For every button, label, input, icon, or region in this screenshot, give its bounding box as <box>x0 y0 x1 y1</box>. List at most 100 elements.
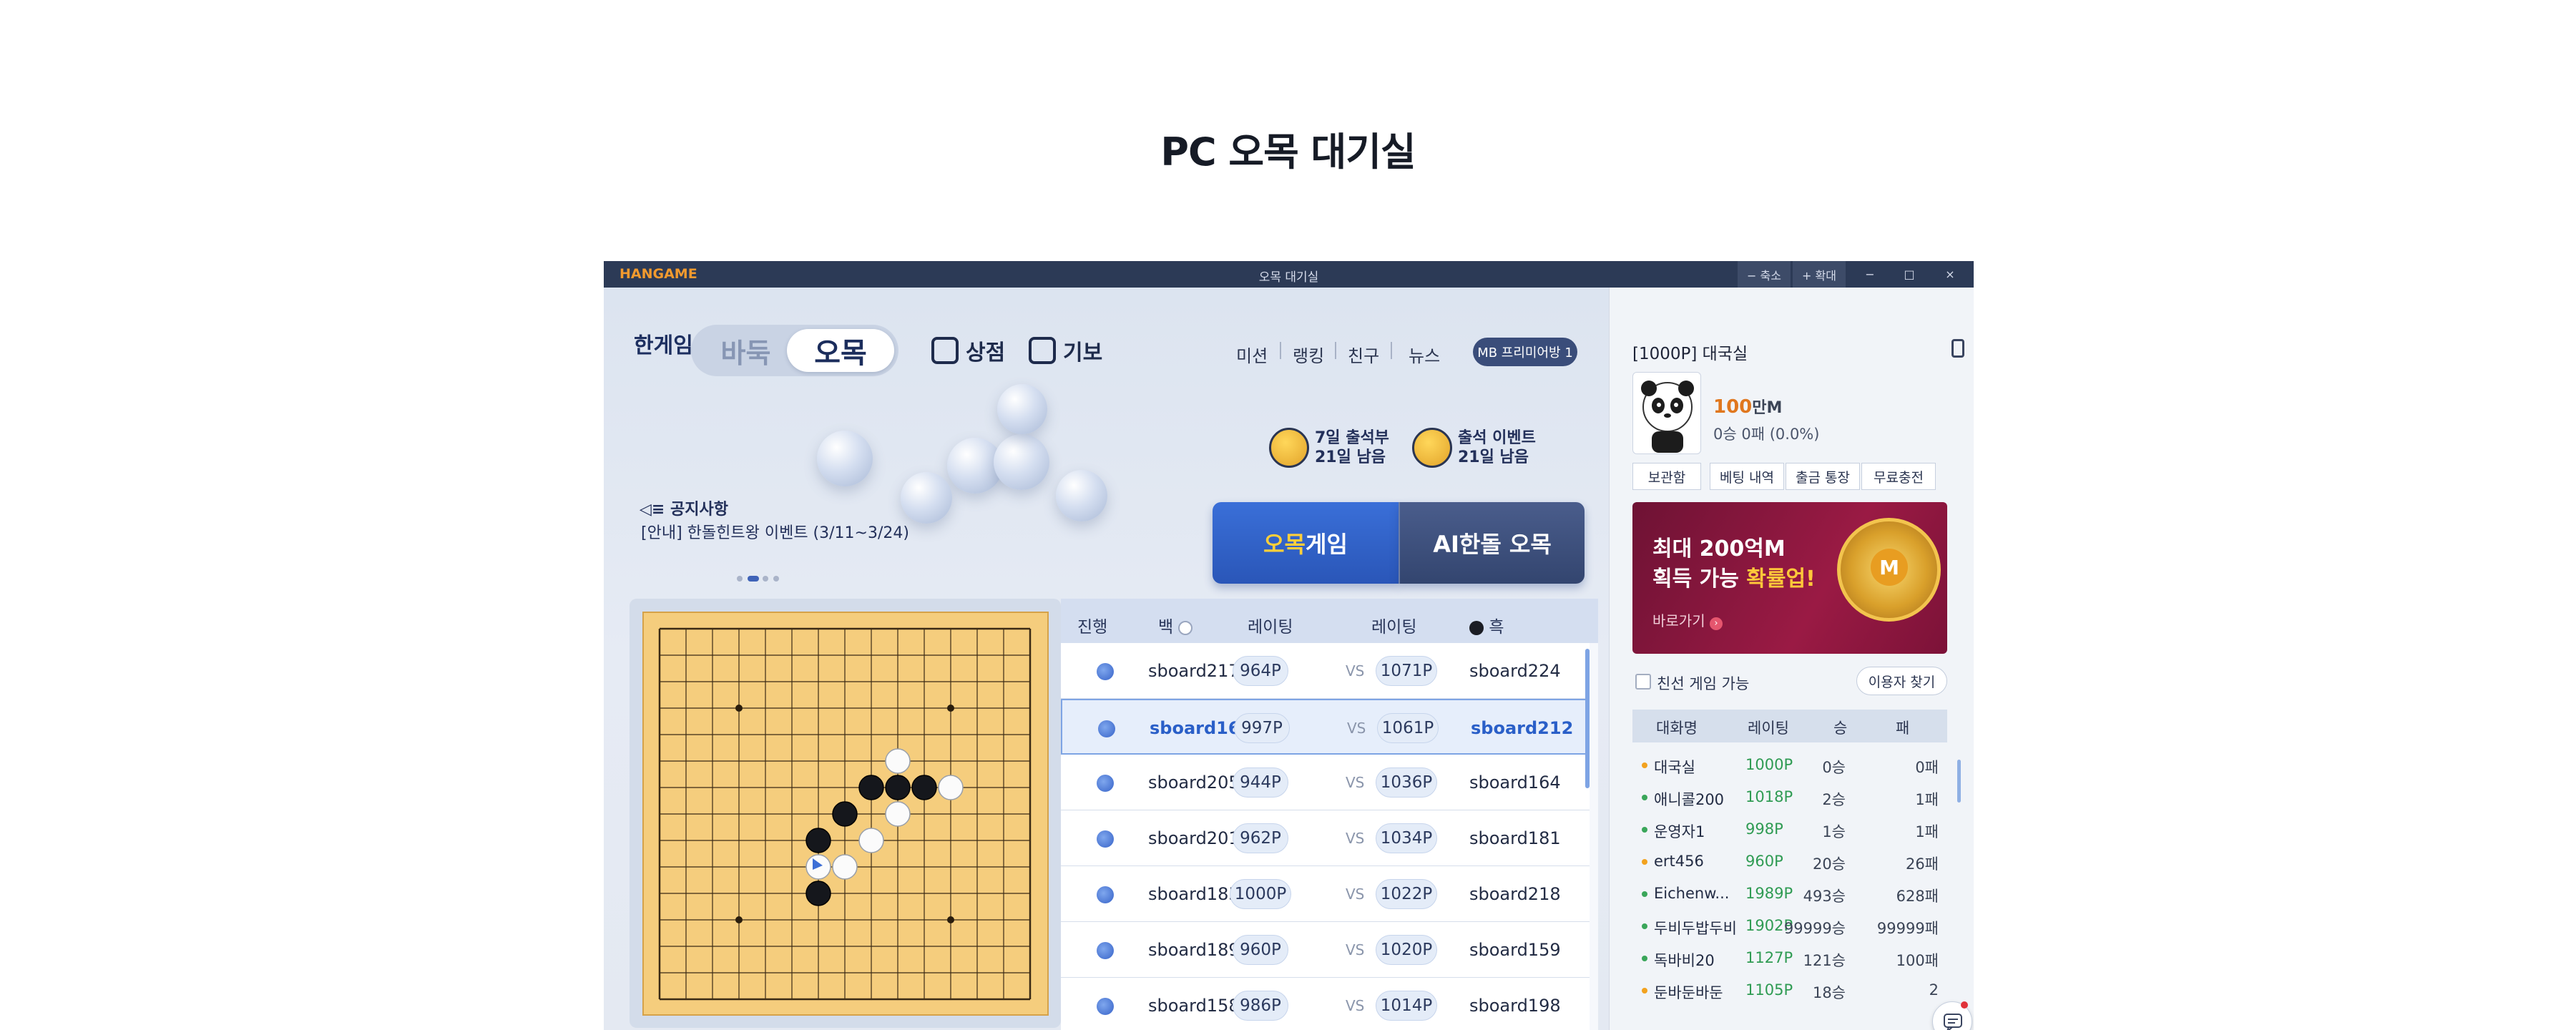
decor-bubble <box>994 434 1049 490</box>
omok-game-label: 게임 <box>1306 531 1348 558</box>
win-loss-record: 0승 0패 (0.0%) <box>1713 426 1820 443</box>
user-rating: 1127P <box>1745 949 1793 966</box>
free-charge-button[interactable]: 무료충전 <box>1861 463 1936 490</box>
shrink-button[interactable]: − 축소 <box>1738 261 1791 288</box>
menu-friends[interactable]: 친구 <box>1348 342 1379 367</box>
settings-icon[interactable] <box>1951 339 1964 358</box>
black-stone <box>805 881 831 906</box>
omok-board[interactable] <box>642 612 1049 1016</box>
user-row[interactable]: 애니콜200 1018P 2승 1패 <box>1610 788 1953 820</box>
mascot-icon <box>1269 428 1309 468</box>
white-player: sboard217 <box>1148 661 1240 681</box>
status-dot <box>1642 795 1647 800</box>
app-window: HANGAME 오목 대기실 − 축소 + 확대 − □ × 한게임 바둑 오목… <box>604 261 1974 1030</box>
game-row[interactable]: sboard201 962P VS 1034P sboard181 <box>1061 810 1590 866</box>
ai-omok-button[interactable]: AI한돌 오목 <box>1399 502 1585 584</box>
vs-label: VS <box>1346 941 1365 958</box>
vs-label: VS <box>1346 662 1365 680</box>
user-row[interactable]: Eichenw... 1989P 493승 628패 <box>1610 885 1953 917</box>
black-stone <box>858 775 884 800</box>
attendance-event[interactable]: 7일 출석부 21일 남음 <box>1269 428 1389 468</box>
user-row[interactable]: ert456 960P 20승 26패 <box>1610 853 1953 885</box>
premium-room-button[interactable]: MB 프리미어방 1 <box>1473 338 1577 366</box>
white-rating: 960P <box>1233 935 1288 965</box>
user-wins: 18승 <box>1812 984 1846 1001</box>
progress-icon <box>1097 775 1114 792</box>
tab-baduk[interactable]: 바둑 <box>701 330 790 371</box>
user-losses: 1패 <box>1915 823 1939 840</box>
close-button[interactable]: × <box>1936 261 1964 288</box>
user-wins: 2승 <box>1822 791 1846 808</box>
white-stone <box>885 801 911 827</box>
tab-omok[interactable]: 오목 <box>787 329 894 372</box>
room-title: [1000P] 대국실 <box>1632 345 1748 363</box>
user-row[interactable]: 운영자1 998P 1승 1패 <box>1610 820 1953 853</box>
user-row[interactable]: 두비두밥두비 1902P 99999승 99999패 <box>1610 917 1953 949</box>
status-dot <box>1642 827 1647 833</box>
white-stone <box>938 775 964 800</box>
friendly-game-checkbox[interactable] <box>1635 674 1651 690</box>
event-remaining: 21일 남음 <box>1315 448 1386 466</box>
status-dot <box>1642 956 1647 961</box>
expand-button[interactable]: + 확대 <box>1793 261 1846 288</box>
carousel-dot[interactable] <box>773 576 779 582</box>
user-name: 독바비20 <box>1654 952 1715 969</box>
menu-divider <box>1280 342 1281 359</box>
black-player: sboard218 <box>1469 884 1561 904</box>
panda-avatar <box>1641 381 1694 453</box>
user-list-scrollbar[interactable] <box>1957 760 1961 803</box>
white-player: sboard158 <box>1148 996 1240 1016</box>
game-row[interactable]: sboard189 960P VS 1020P sboard159 <box>1061 922 1590 978</box>
notice-heading: 공지사항 <box>670 501 728 519</box>
user-wins: 20승 <box>1812 855 1846 873</box>
omok-game-button[interactable]: 오목 게임 <box>1213 502 1399 584</box>
progress-icon <box>1097 830 1114 848</box>
withdraw-account-button[interactable]: 출금 통장 <box>1786 463 1860 490</box>
arrow-right-icon: › <box>1709 617 1723 630</box>
user-row[interactable]: 대국실 1000P 0승 0패 <box>1610 756 1953 788</box>
game-row[interactable]: sboard217 964P VS 1071P sboard224 <box>1061 643 1590 699</box>
betting-history-button[interactable]: 베팅 내역 <box>1710 463 1784 490</box>
board-grid <box>658 627 1032 1001</box>
black-rating: 1036P <box>1376 767 1437 798</box>
maximize-button[interactable]: □ <box>1895 261 1924 288</box>
minimize-button[interactable]: − <box>1856 261 1884 288</box>
decor-bubble <box>817 431 873 486</box>
game-row[interactable]: sboard158 986P VS 1014P sboard198 <box>1061 978 1590 1030</box>
carousel-dot-active[interactable] <box>748 576 759 582</box>
records-link[interactable]: 기보 <box>1029 335 1102 366</box>
carousel-dot[interactable] <box>763 576 768 582</box>
star-point <box>735 916 743 923</box>
avatar[interactable] <box>1632 372 1701 454</box>
col-black-rating: 레이팅 <box>1371 618 1417 637</box>
game-row-selected[interactable]: sboard163 997P VS 1061P sboard212 <box>1061 699 1590 755</box>
find-user-button[interactable]: 이용자 찾기 <box>1856 667 1947 695</box>
menu-news[interactable]: 뉴스 <box>1409 342 1440 367</box>
storage-button[interactable]: 보관함 <box>1632 463 1701 490</box>
black-player: sboard198 <box>1469 996 1561 1016</box>
banner-link-label: 바로가기 <box>1652 612 1705 629</box>
black-stone <box>805 828 831 853</box>
black-rating: 1014P <box>1376 991 1437 1021</box>
carousel-dot[interactable] <box>737 576 743 582</box>
game-row[interactable]: sboard205 944P VS 1036P sboard164 <box>1061 755 1590 810</box>
menu-ranking[interactable]: 랭킹 <box>1293 342 1324 367</box>
user-row[interactable]: 독바비20 1127P 121승 100패 <box>1610 949 1953 981</box>
game-list-scrollbar[interactable] <box>1585 649 1590 788</box>
notice-text[interactable]: [안내] 한돌힌트왕 이벤트 (3/11~3/24) <box>641 520 909 543</box>
user-rating: 1018P <box>1745 788 1793 805</box>
megaphone-icon: ◁≡ <box>640 501 671 519</box>
hangame-logo[interactable]: 한게임 <box>634 335 693 358</box>
checkin-event[interactable]: 출석 이벤트 21일 남음 <box>1412 428 1536 468</box>
banner-link[interactable]: 바로가기 › <box>1652 609 1723 630</box>
event-title: 출석 이벤트 <box>1458 429 1536 447</box>
col-nickname: 대화명 <box>1656 720 1698 737</box>
black-player: sboard159 <box>1469 940 1561 960</box>
user-name: 애니콜200 <box>1654 791 1725 808</box>
shop-link[interactable]: 상점 <box>931 335 1005 366</box>
white-rating: 1000P <box>1230 879 1291 909</box>
progress-icon <box>1097 998 1114 1015</box>
user-row[interactable]: 둔바둔바둔 1105P 18승 2 <box>1610 981 1953 1014</box>
game-row[interactable]: sboard185 1000P VS 1022P sboard218 <box>1061 866 1590 922</box>
menu-mission[interactable]: 미션 <box>1236 342 1268 367</box>
